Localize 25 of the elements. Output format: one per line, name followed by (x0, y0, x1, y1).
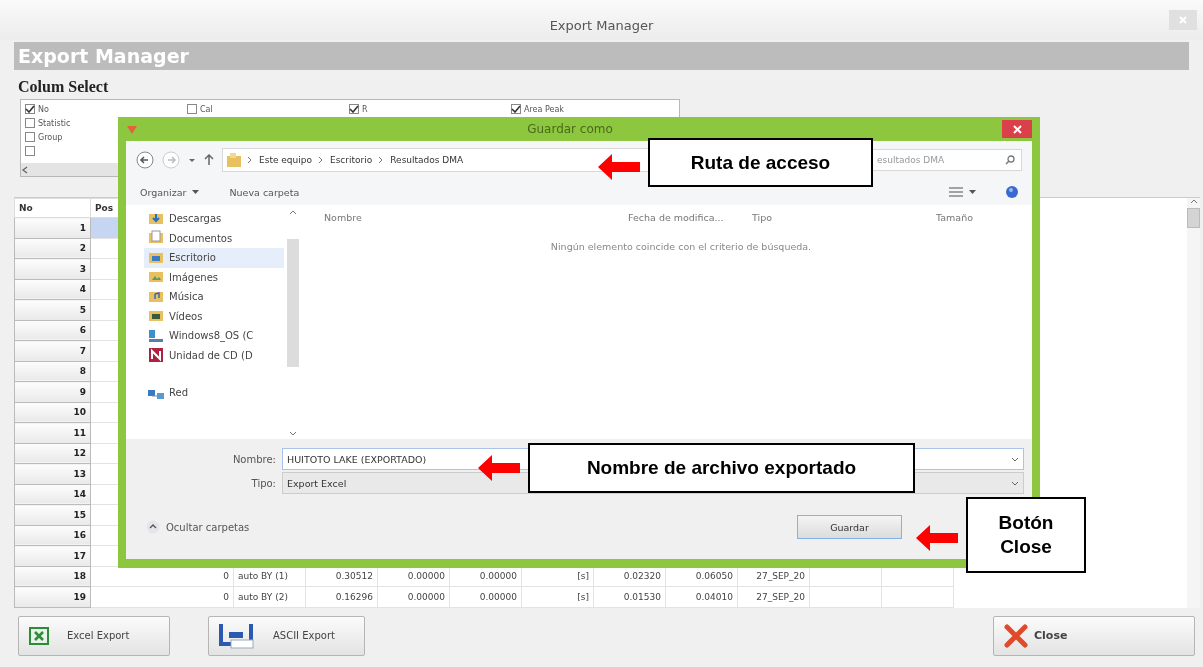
table-cell: 0 (90, 586, 234, 607)
checkbox-label: Statistic (38, 118, 71, 128)
table-cell: auto BY (2) (233, 586, 306, 607)
field-label: Nombre: (231, 453, 277, 465)
callout-tooltip: Ruta de acceso (648, 138, 873, 187)
table-cell: 0.00000 (377, 586, 450, 607)
window-title: Export Manager (549, 17, 654, 33)
checkbox-label: No (38, 104, 49, 114)
checkbox-label: Cal (200, 104, 213, 114)
header-title: Export Manager (17, 45, 189, 67)
empty-message: Ningún elemento coincide con el criterio de búsqueda. (550, 241, 812, 252)
callout-tooltip: Nombre de archivo exportado (528, 443, 915, 493)
section-title: Colum Select (18, 78, 109, 96)
table-cell: 27_SEP_20 (737, 586, 810, 607)
field-label: Tipo: (250, 477, 277, 489)
table-cell: 0.04010 (665, 586, 738, 607)
table-cell: 0.01530 (593, 586, 666, 607)
table-cell: [s] (521, 586, 594, 607)
checkbox-label: Area Peak (524, 104, 564, 114)
table-cell: 0.00000 (449, 586, 522, 607)
checkbox-label: R (362, 104, 368, 114)
dialog-title: Guardar como (526, 122, 614, 136)
callout-tooltip: Botón Close (966, 497, 1086, 573)
checkbox-label: Group (38, 132, 63, 142)
table-cell: 0.16296 (305, 586, 378, 607)
